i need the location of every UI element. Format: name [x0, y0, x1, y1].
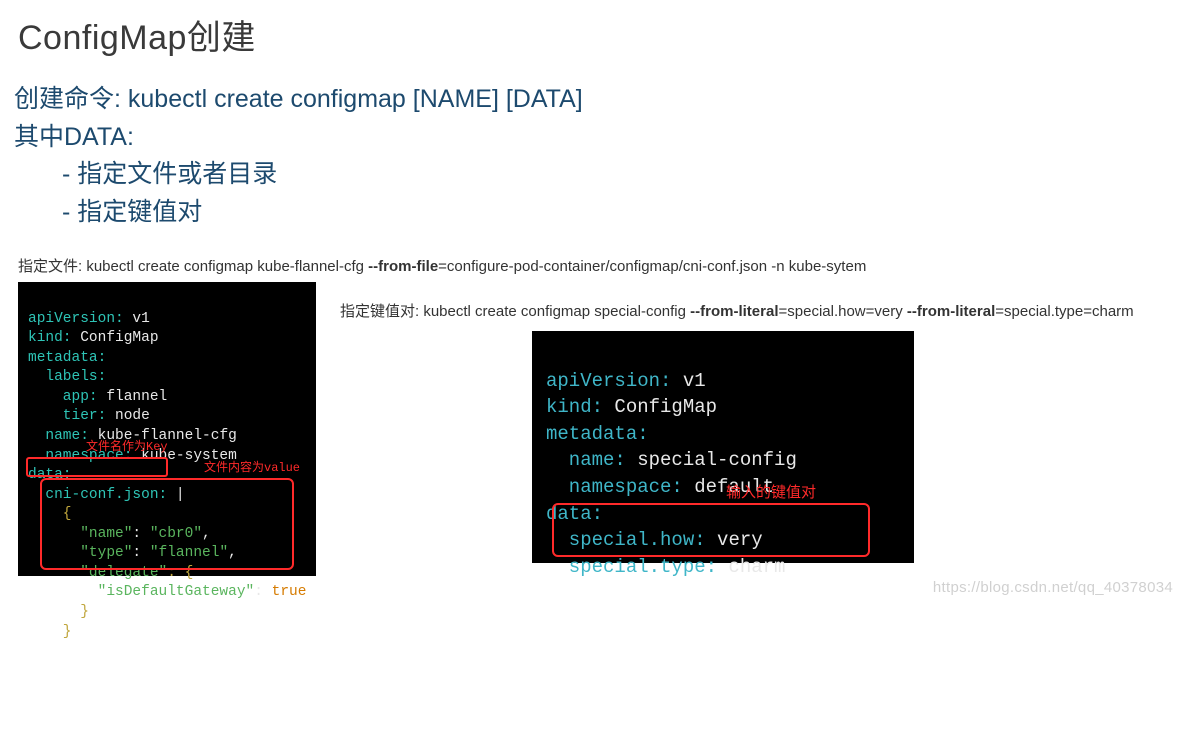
json-key: "isDefaultGateway" — [28, 584, 254, 600]
bullet-file-or-dir: - 指定文件或者目录 — [62, 156, 1191, 194]
literal-caption-mid1: =special.how=very — [779, 303, 907, 320]
literal-example-caption: 指定键值对: kubectl create configmap special-… — [340, 300, 1134, 321]
create-command-prefix: 创建命令: — [14, 85, 128, 113]
yaml-key: kind: — [546, 396, 603, 418]
json-sep: , — [202, 526, 211, 542]
yaml-key: name: — [28, 428, 89, 444]
from-file-flag: --from-file — [368, 258, 438, 275]
yaml-val: charm — [717, 556, 785, 578]
yaml-val: node — [106, 408, 150, 424]
yaml-val: v1 — [124, 311, 150, 327]
yaml-val: ConfigMap — [603, 396, 717, 418]
yaml-key: tier: — [28, 408, 106, 424]
yaml-key: special.type: — [546, 556, 717, 578]
annotation-input-keyvalue: 输入的键值对 — [726, 483, 816, 504]
yaml-val: very — [706, 529, 763, 551]
json-sep: : — [132, 526, 149, 542]
yaml-key: apiVersion: — [28, 311, 124, 327]
yaml-key: data: — [546, 503, 603, 525]
json-brace: } — [28, 624, 72, 640]
json-brace: } — [28, 604, 89, 620]
file-caption-suffix: =configure-pod-container/configmap/cni-c… — [438, 258, 866, 275]
json-brace: { — [28, 506, 72, 522]
yaml-key: cni-conf.json: — [28, 487, 167, 503]
yaml-key: name: — [546, 449, 626, 471]
file-caption-prefix: 指定文件: kubectl create configmap kube-flan… — [18, 258, 368, 275]
watermark: https://blog.csdn.net/qq_40378034 — [933, 579, 1173, 596]
data-heading: 其中DATA: — [14, 119, 1191, 157]
yaml-key: metadata: — [546, 423, 649, 445]
yaml-val: ConfigMap — [72, 330, 159, 346]
yaml-val: | — [167, 487, 184, 503]
yaml-val: flannel — [98, 389, 168, 405]
json-sep: , — [228, 545, 237, 561]
yaml-key: metadata: — [28, 350, 106, 366]
yaml-key: kind: — [28, 330, 72, 346]
from-literal-flag-2: --from-literal — [907, 303, 995, 320]
yaml-val: v1 — [671, 370, 705, 392]
literal-caption-prefix: 指定键值对: kubectl create configmap special-… — [340, 303, 690, 320]
json-sep: : — [132, 545, 149, 561]
yaml-key: data: — [28, 467, 72, 483]
annotation-filename-as-key: 文件名作为Key — [86, 439, 168, 455]
yaml-val: special-config — [626, 449, 797, 471]
json-brace: : { — [167, 565, 193, 581]
yaml-key: special.how: — [546, 529, 706, 551]
yaml-key: app: — [28, 389, 98, 405]
yaml-key: labels: — [28, 369, 106, 385]
yaml-key: apiVersion: — [546, 370, 671, 392]
page-title: ConfigMap创建 — [0, 0, 1191, 59]
yaml-file-example: apiVersion: v1 kind: ConfigMap metadata:… — [18, 282, 316, 576]
annotation-content-as-value: 文件内容为value — [204, 460, 300, 476]
create-command-line: 创建命令: kubectl create configmap [NAME] [D… — [14, 81, 1191, 119]
create-command: kubectl create configmap [NAME] [DATA] — [128, 85, 583, 113]
json-val: "cbr0" — [150, 526, 202, 542]
yaml-literal-example: apiVersion: v1 kind: ConfigMap metadata:… — [532, 331, 914, 563]
file-example-caption: 指定文件: kubectl create configmap kube-flan… — [0, 255, 1191, 276]
json-key: "name" — [28, 526, 132, 542]
json-bool: true — [272, 584, 307, 600]
json-sep: : — [254, 584, 271, 600]
json-key: "type" — [28, 545, 132, 561]
yaml-key: namespace: — [546, 476, 683, 498]
intro-block: 创建命令: kubectl create configmap [NAME] [D… — [0, 59, 1191, 231]
json-val: "flannel" — [150, 545, 228, 561]
literal-caption-mid2: =special.type=charm — [995, 303, 1133, 320]
json-key: "delegate" — [28, 565, 167, 581]
bullet-key-value: - 指定键值对 — [62, 194, 1191, 232]
from-literal-flag-1: --from-literal — [690, 303, 778, 320]
